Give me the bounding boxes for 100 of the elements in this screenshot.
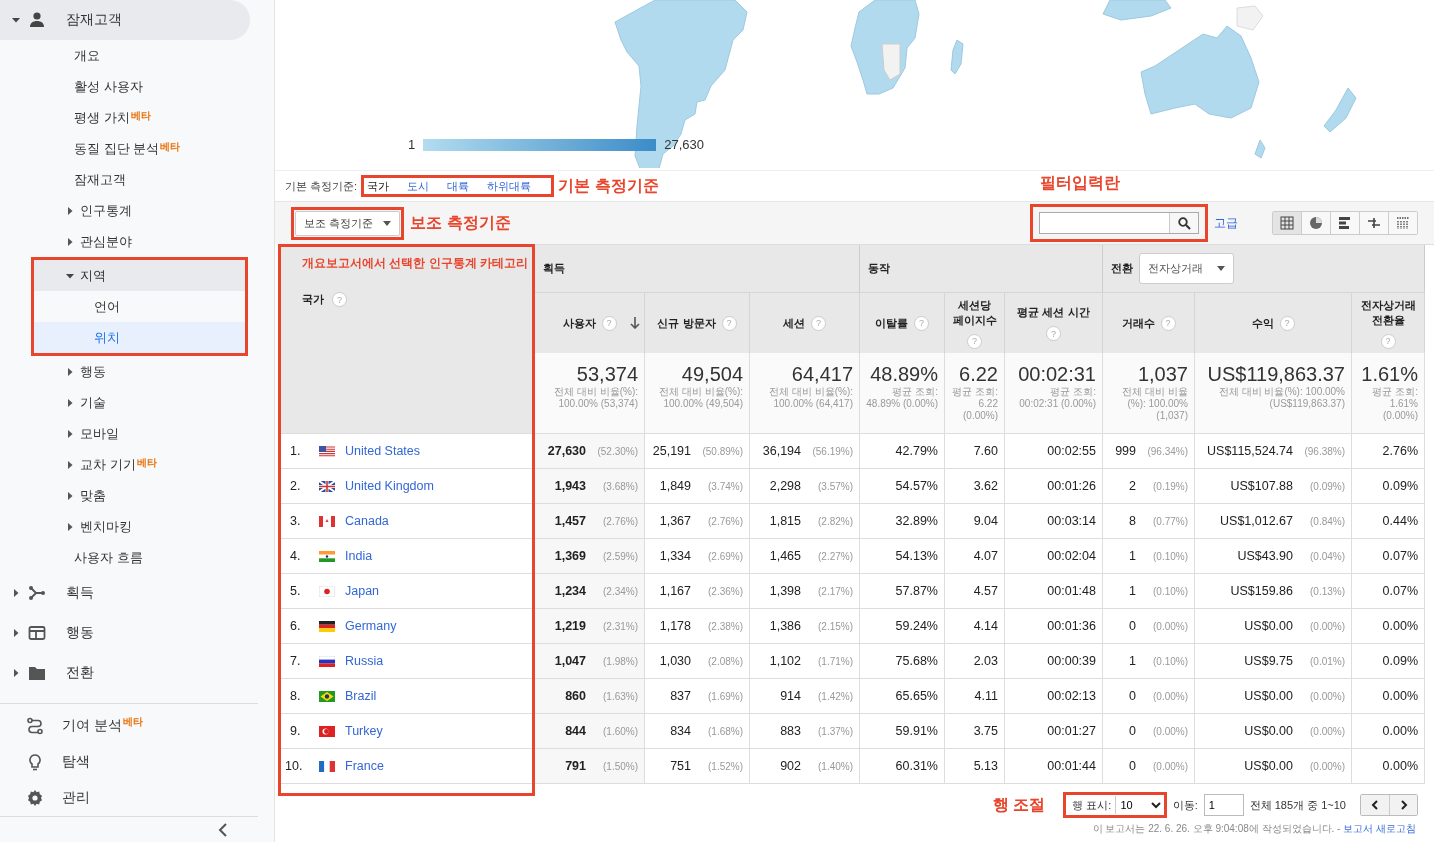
nav-group[interactable]: 인구통계 [0, 195, 248, 226]
table-cell: US$0.00 (0.00%) [1195, 749, 1352, 784]
table-cell: 0.00% [1352, 679, 1425, 714]
table-cell: 860 (1.63%) [535, 679, 645, 714]
refresh-report-link[interactable]: 보고서 새로고침 [1343, 823, 1416, 834]
country-link[interactable]: Canada [345, 514, 389, 528]
total-note: 평균 조회: 1.61% (0.00%) [1371, 386, 1418, 422]
total-note: 전체 대비 비율(%): 100.00% (US$119,863.37) [1217, 386, 1345, 410]
report-note: 이 보고서는 22. 6. 26. 오후 9:04:08에 작성되었습니다. - 보고서 새로고침 [1091, 822, 1417, 836]
table-cell: 4.07 [945, 539, 1005, 574]
nav-section[interactable]: 탐색 [0, 744, 258, 780]
nav-item[interactable]: 개요 [0, 40, 248, 71]
total-value: US$119,863.37 [1206, 363, 1345, 386]
total-value: 53,374 [575, 363, 638, 386]
country-link[interactable]: Japan [345, 584, 380, 598]
rows-dropdown[interactable]: 10 [1115, 796, 1164, 814]
column-header[interactable]: 수익 ? [1195, 293, 1352, 353]
annotation-label: 보조 측정기준 [410, 212, 511, 233]
table-cell: 4.14 [945, 609, 1005, 644]
table-cell: 1 (0.10%) [1103, 539, 1195, 574]
nav-section[interactable]: 잠재고객 [0, 0, 250, 40]
total-note: 전체 대비 비율(%): 100.00% (53,374) [553, 386, 638, 410]
row-number: 8. [289, 689, 302, 703]
column-header[interactable]: 평균 세션 시간 ? [1005, 293, 1103, 353]
beta-label: 베타 [130, 109, 151, 123]
column-header[interactable]: 거래수 ? [1103, 293, 1195, 353]
table-cell: 0 (0.00%) [1103, 679, 1195, 714]
column-header[interactable]: 세션당 페이지수 ? [945, 293, 1005, 353]
advanced-link[interactable]: 고급 [1214, 214, 1238, 232]
table-cell: 3.62 [945, 469, 1005, 504]
column-header[interactable]: 사용자 ? [535, 293, 645, 353]
country-link[interactable]: United Kingdom [345, 479, 434, 493]
column-header[interactable]: 이탈률 ? [860, 293, 945, 353]
nav-group[interactable]: 모바일 [0, 418, 248, 449]
table-cell: 0 (0.00%) [1103, 749, 1195, 784]
nav-item[interactable]: 언어 [34, 291, 245, 322]
table-cell: 42.79% [860, 434, 945, 469]
country-link[interactable]: Brazil [345, 689, 377, 703]
table-cell: 65.65% [860, 679, 945, 714]
total-note: 평균 조회: 6.22 (0.00%) [951, 386, 998, 422]
dimension-tab[interactable]: 국가 [366, 178, 398, 194]
table-cell: 1,398 (2.17%) [750, 574, 860, 609]
table-cell: 2.76% [1352, 434, 1425, 469]
column-header[interactable]: 신규 방문자 ? [645, 293, 750, 353]
table-cell: 1,943 (3.68%) [535, 469, 645, 504]
row-number: 3. [289, 514, 302, 528]
country-link[interactable]: France [345, 759, 384, 773]
dimension-tab[interactable]: 도시 [397, 178, 438, 194]
nav-section[interactable]: 전환 [0, 653, 250, 693]
dimension-tab[interactable]: 대륙 [437, 178, 478, 194]
country-link[interactable]: United States [345, 444, 421, 458]
column-header[interactable]: 전자상거래 전환율 ? [1352, 293, 1425, 353]
table-cell: 59.91% [860, 714, 945, 749]
annotation-label: 행 조절 [992, 794, 1046, 815]
nav-group[interactable]: 기술 [0, 387, 248, 418]
primary-dimension-label: 기본 측정기준: [285, 178, 358, 194]
nav-section[interactable]: 행동 [0, 613, 250, 653]
country-link[interactable]: Germany [345, 619, 397, 633]
table-cell: 36,194 (56.19%) [750, 434, 860, 469]
column-label[interactable]: 국가 [302, 292, 324, 307]
nav-section[interactable]: 획득 [0, 573, 250, 613]
row-number: 2. [289, 479, 302, 493]
dimension-tab[interactable]: 하위대륙 [477, 178, 540, 194]
table-cell: 902 (1.40%) [750, 749, 860, 784]
table-cell: 1 (0.10%) [1103, 574, 1195, 609]
nav-item[interactable]: 위치 [34, 322, 245, 353]
total-note: 평균 조회: 00:02:31 (0.00%) [1018, 386, 1096, 410]
secondary-dimension-dropdown[interactable]: 보조 측정기준 [295, 210, 401, 236]
nav-section[interactable]: 관리 [0, 780, 258, 816]
row-number: 10. [284, 759, 304, 773]
total-value: 1.61% [1360, 363, 1418, 386]
column-label: 평균 세션 시간 [1017, 305, 1090, 320]
beta-label: 베타 [160, 140, 181, 154]
annotation-label: 기본 측정기준 [558, 175, 659, 196]
nav-item[interactable]: 사용자 흐름 [0, 542, 248, 573]
column-label: 이탈률 [875, 315, 908, 331]
conversion-dropdown[interactable]: 전자상거래 [1139, 253, 1234, 284]
nav-group[interactable]: 맞춤 [0, 480, 248, 511]
group-label: 획득 [543, 261, 565, 276]
nav-item[interactable]: 활성 사용자 [0, 71, 248, 102]
nav-group[interactable]: 관심분야 [0, 226, 248, 257]
nav-group[interactable]: 지역 [34, 260, 245, 291]
country-link[interactable]: India [345, 549, 373, 563]
country-link[interactable]: Russia [345, 654, 384, 668]
country-link[interactable]: Turkey [345, 724, 383, 738]
table-cell: 1,386 (2.15%) [750, 609, 860, 644]
total-note: 평균 조회: 48.89% (0.00%) [866, 386, 938, 410]
table-cell: US$0.00 (0.00%) [1195, 714, 1352, 749]
nav-group[interactable]: 벤치마킹 [0, 511, 248, 542]
table-cell: 1,367 (2.76%) [645, 504, 750, 539]
table-cell: US$107.88 (0.09%) [1195, 469, 1352, 504]
table-cell: 25,191 (50.89%) [645, 434, 750, 469]
table-cell: 1,178 (2.38%) [645, 609, 750, 644]
nav-item[interactable]: 잠재고객 [0, 164, 248, 195]
beta-label: 베타 [122, 715, 143, 729]
table-cell: 00:02:13 [1005, 679, 1103, 714]
page-field[interactable]: 1 [1203, 794, 1244, 816]
column-header[interactable]: 세션 ? [750, 293, 860, 353]
table-cell: 5.13 [945, 749, 1005, 784]
nav-group[interactable]: 행동 [0, 356, 248, 387]
